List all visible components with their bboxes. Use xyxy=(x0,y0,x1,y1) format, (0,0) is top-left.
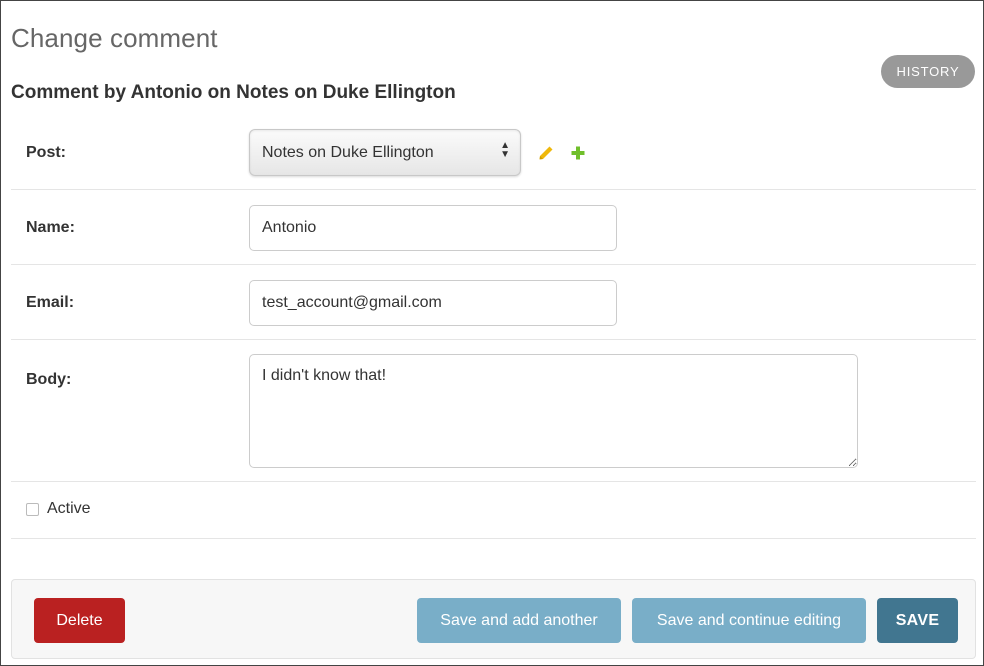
active-checkbox[interactable] xyxy=(26,503,39,516)
submit-row: Delete Save and add another Save and con… xyxy=(11,579,976,659)
name-label: Name: xyxy=(26,219,75,236)
post-select-value: Notes on Duke Ellington xyxy=(262,144,434,161)
save-button[interactable]: SAVE xyxy=(877,598,958,643)
pencil-icon[interactable] xyxy=(538,145,554,161)
post-label: Post: xyxy=(26,144,66,161)
page-title: Change comment xyxy=(11,23,218,53)
plus-icon[interactable] xyxy=(570,145,586,161)
history-button[interactable]: HISTORY xyxy=(881,55,975,88)
delete-button[interactable]: Delete xyxy=(34,598,125,643)
save-and-add-another-button[interactable]: Save and add another xyxy=(417,598,621,643)
email-input[interactable] xyxy=(249,280,617,326)
object-subtitle: Comment by Antonio on Notes on Duke Elli… xyxy=(11,82,456,103)
active-label[interactable]: Active xyxy=(47,500,91,518)
change-form-window: Change comment HISTORY Comment by Antoni… xyxy=(0,0,984,666)
email-label: Email: xyxy=(26,294,75,311)
save-and-continue-button[interactable]: Save and continue editing xyxy=(632,598,866,643)
select-arrows-icon: ▲ ▼ xyxy=(500,140,510,160)
body-textarea[interactable]: I didn't know that! xyxy=(249,354,858,468)
form-row-active xyxy=(11,482,976,539)
body-label: Body: xyxy=(26,371,72,388)
name-input[interactable] xyxy=(249,205,617,251)
post-select[interactable]: Notes on Duke Ellington ▲ ▼ xyxy=(249,129,521,176)
